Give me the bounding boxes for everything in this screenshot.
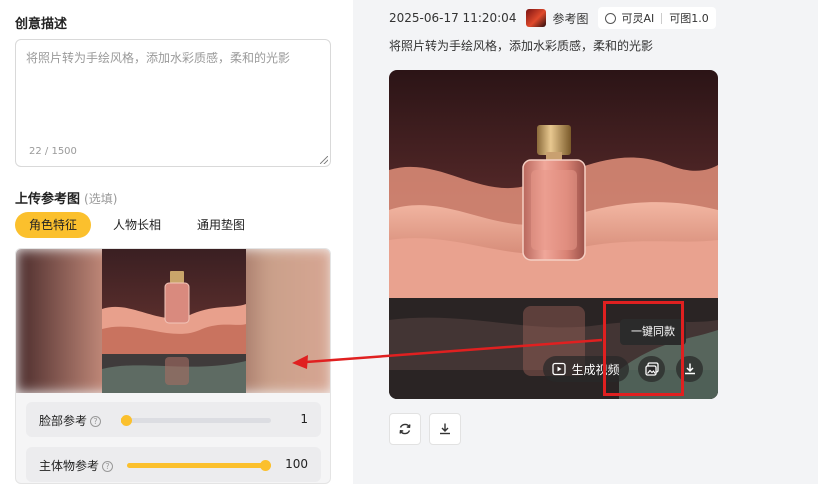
regenerate-button[interactable] bbox=[389, 413, 421, 445]
reference-tabs: 角色特征 人物长相 通用垫图 bbox=[15, 212, 259, 238]
kling-logo-icon bbox=[605, 12, 617, 24]
download-icon bbox=[684, 363, 695, 375]
upload-optional-label: (选填) bbox=[84, 192, 118, 206]
refresh-icon bbox=[399, 423, 411, 435]
subject-reference-value: 100 bbox=[285, 457, 308, 471]
reference-label: 参考图 bbox=[552, 11, 589, 26]
result-prompt: 将照片转为手绘风格，添加水彩质感，柔和的光影 bbox=[389, 39, 654, 53]
model-badge: 可灵AI 可图1.0 bbox=[598, 7, 716, 29]
download-icon bbox=[440, 423, 450, 435]
tab-character-features[interactable]: 角色特征 bbox=[15, 212, 92, 238]
result-meta: 2025-06-17 11:20:04 参考图 可灵AI 可图1.0 bbox=[389, 7, 716, 29]
prompt-placeholder: 将照片转为手绘风格，添加水彩质感，柔和的光影 bbox=[26, 51, 291, 65]
reference-thumbnail[interactable] bbox=[526, 9, 547, 27]
upload-reference-title: 上传参考图 (选填) bbox=[15, 188, 117, 207]
face-reference-label: 脸部参考? bbox=[39, 412, 102, 429]
reference-image-card: 脸部参考? 1 主体物参考? 100 bbox=[15, 248, 331, 484]
play-icon bbox=[552, 362, 567, 376]
help-icon[interactable]: ? bbox=[90, 416, 102, 427]
face-reference-slider-row: 脸部参考? 1 bbox=[26, 402, 321, 437]
tab-face-likeness[interactable]: 人物长相 bbox=[99, 212, 175, 238]
reference-image[interactable] bbox=[16, 249, 330, 393]
model-name: 可图1.0 bbox=[669, 12, 709, 25]
tab-general-base-image[interactable]: 通用垫图 bbox=[183, 212, 259, 238]
download-button[interactable] bbox=[429, 413, 461, 445]
annotation-highlight-box bbox=[603, 301, 684, 396]
timestamp: 2025-06-17 11:20:04 bbox=[389, 11, 517, 25]
subject-reference-label: 主体物参考? bbox=[39, 457, 114, 474]
subject-reference-slider-row: 主体物参考? 100 bbox=[26, 447, 321, 482]
brand-name: 可灵AI bbox=[621, 12, 655, 25]
slider-fill bbox=[127, 463, 271, 468]
upload-reference-label: 上传参考图 bbox=[15, 192, 81, 207]
slider-thumb[interactable] bbox=[260, 460, 271, 471]
subject-reference-slider[interactable] bbox=[127, 460, 271, 471]
prompt-textarea[interactable]: 将照片转为手绘风格，添加水彩质感，柔和的光影 22 / 1500 bbox=[15, 39, 331, 167]
face-reference-value: 1 bbox=[300, 412, 308, 426]
resize-grip-icon[interactable] bbox=[320, 156, 328, 164]
left-panel: 创意描述 将照片转为手绘风格，添加水彩质感，柔和的光影 22 / 1500 上传… bbox=[0, 0, 353, 484]
result-panel: 2025-06-17 11:20:04 参考图 可灵AI 可图1.0 将照片转为… bbox=[353, 0, 818, 484]
char-count: 22 / 1500 bbox=[29, 146, 77, 157]
face-reference-slider[interactable] bbox=[121, 415, 271, 426]
slider-thumb[interactable] bbox=[121, 415, 132, 426]
creative-description-title: 创意描述 bbox=[15, 17, 68, 32]
help-icon[interactable]: ? bbox=[102, 461, 114, 472]
